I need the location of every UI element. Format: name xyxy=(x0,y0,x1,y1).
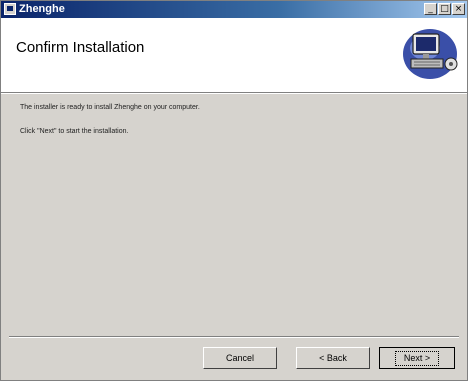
window-title: Zhenghe xyxy=(19,3,65,15)
maximize-button[interactable]: □ xyxy=(438,3,451,15)
cancel-button[interactable]: Cancel xyxy=(203,347,277,369)
computer-install-icon xyxy=(403,29,458,79)
header-banner: Confirm Installation xyxy=(1,18,467,92)
window-controls: _ □ × xyxy=(423,3,465,16)
next-button[interactable]: Next > xyxy=(379,347,455,369)
ready-message: The installer is ready to install Zhengh… xyxy=(20,104,200,111)
app-icon xyxy=(4,3,16,15)
close-button[interactable]: × xyxy=(452,3,465,15)
back-button[interactable]: < Back xyxy=(296,347,370,369)
instruction-message: Click "Next" to start the installation. xyxy=(20,128,129,135)
page-title: Confirm Installation xyxy=(16,39,145,56)
title-bar[interactable]: Zhenghe _ □ × xyxy=(1,1,467,18)
minimize-button[interactable]: _ xyxy=(424,3,437,15)
footer-divider-highlight xyxy=(9,337,459,338)
content-area: The installer is ready to install Zhengh… xyxy=(1,94,467,336)
next-button-label: Next > xyxy=(394,351,440,366)
installer-window: Zhenghe _ □ × Confirm Installation The i… xyxy=(0,0,468,381)
